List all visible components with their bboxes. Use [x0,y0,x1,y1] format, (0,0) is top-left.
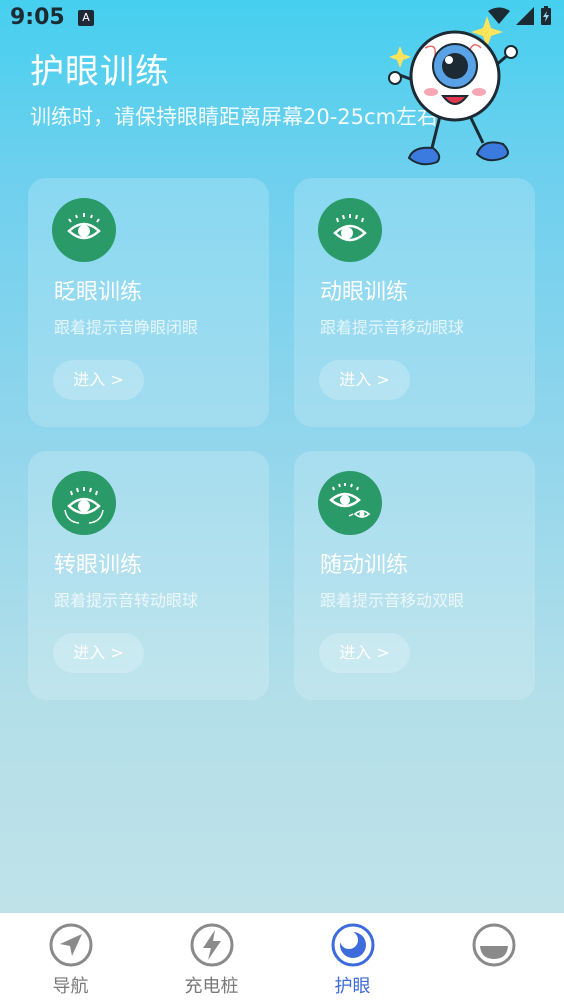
blink-eye-icon [52,198,116,262]
charging-icon [190,923,233,967]
notification-icon: A [78,10,94,26]
card-title: 随动训练 [320,553,409,578]
page-title: 护眼训练 [30,52,170,92]
tab-charging[interactable]: 充电桩 [141,913,282,1004]
card-description: 跟着提示音睁眼闭眼 [54,318,199,337]
enter-button[interactable]: 进入 > [319,360,410,400]
card-description: 跟着提示音转动眼球 [54,591,199,610]
status-time: 9:05 [10,5,65,30]
card-title: 眨眼训练 [54,280,143,305]
enter-button[interactable]: 进入 > [53,360,144,400]
card-move-eye-training[interactable]: 动眼训练 跟着提示音移动眼球 进入 > [294,178,535,427]
bottom-tab-bar: 导航 充电桩 护眼 [0,913,564,1004]
page-subtitle: 训练时，请保持眼睛距离屏幕20-25cm左右 [30,105,439,129]
navigation-icon [49,923,92,967]
tab-eye-care[interactable]: 护眼 [282,913,423,1004]
card-description: 跟着提示音移动双眼 [320,591,465,610]
eye-care-icon [331,923,374,967]
card-description: 跟着提示音移动眼球 [320,318,465,337]
battery-icon [541,6,551,25]
tab-navigation[interactable]: 导航 [0,913,141,1004]
enter-button[interactable]: 进入 > [53,633,144,673]
card-title: 动眼训练 [320,280,409,305]
eyeball-mascot-icon [388,16,518,166]
card-follow-eye-training[interactable]: 随动训练 跟着提示音移动双眼 进入 > [294,451,535,700]
move-eye-icon [318,198,382,262]
rotate-eye-icon [52,471,116,535]
card-blink-training[interactable]: 眨眼训练 跟着提示音睁眼闭眼 进入 > [28,178,269,427]
enter-button[interactable]: 进入 > [319,633,410,673]
tab-label: 护眼 [334,976,371,997]
tab-label: 导航 [52,976,89,997]
card-title: 转眼训练 [54,553,143,578]
follow-eye-icon [318,471,382,535]
tab-profile[interactable] [423,913,564,1004]
profile-icon [472,923,515,967]
card-rotate-eye-training[interactable]: 转眼训练 跟着提示音转动眼球 进入 > [28,451,269,700]
tab-label: 充电桩 [184,976,239,997]
